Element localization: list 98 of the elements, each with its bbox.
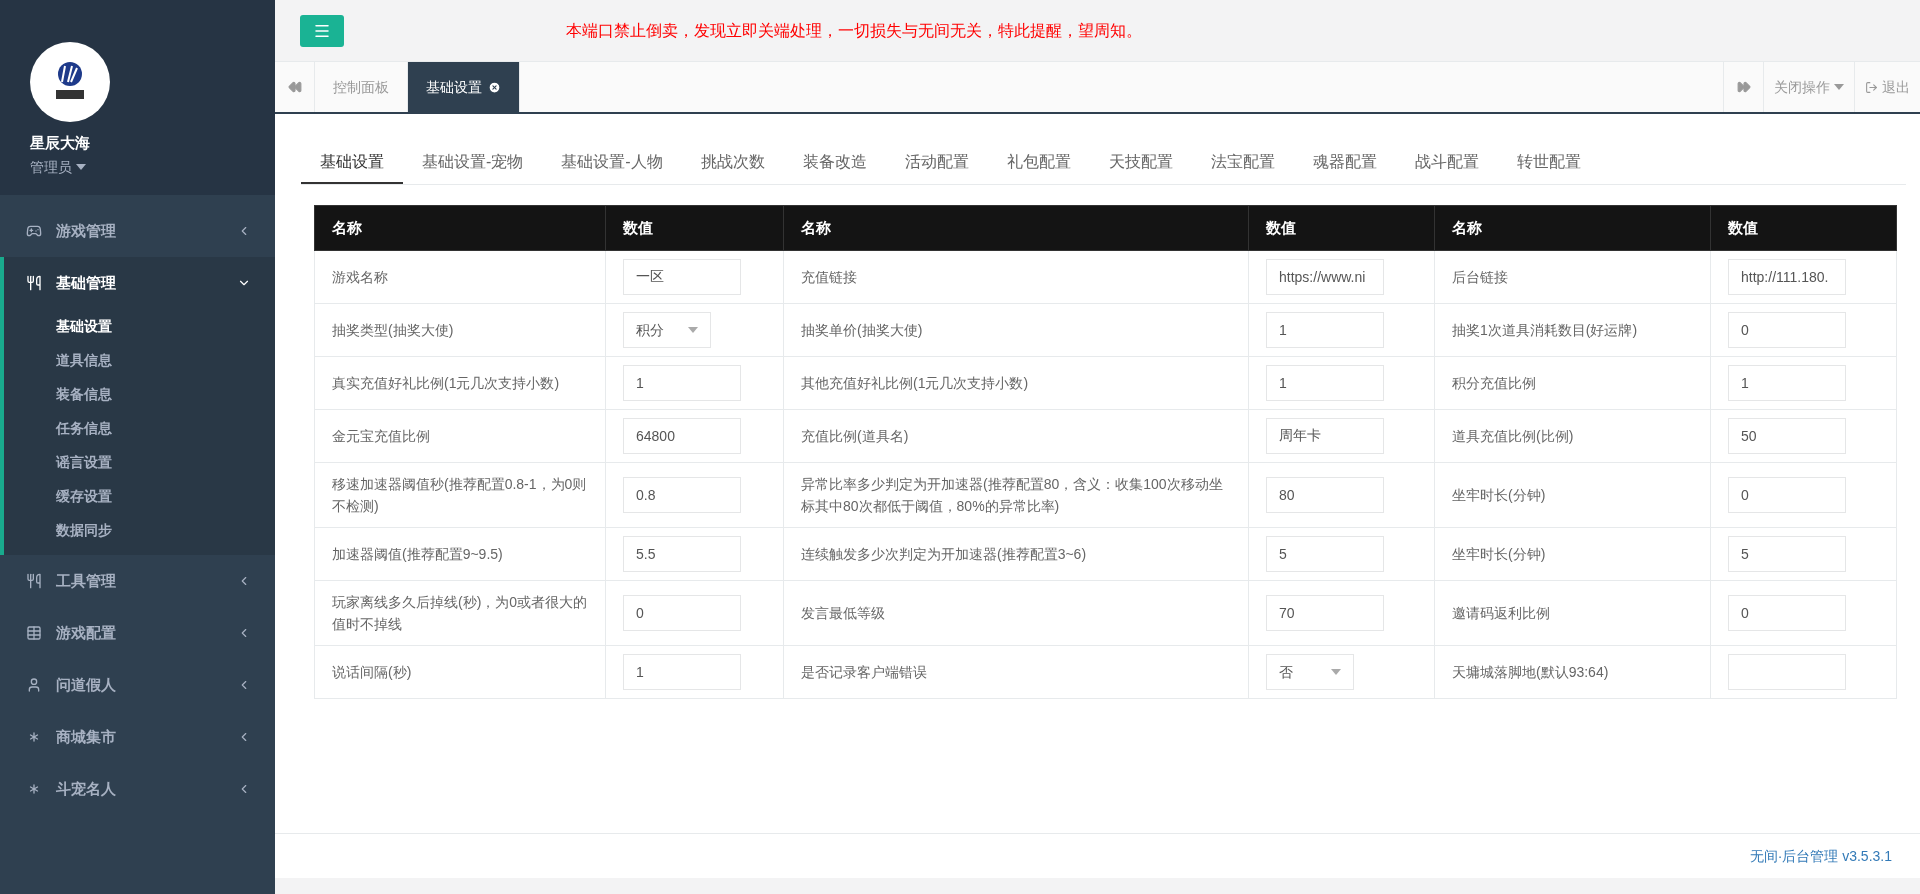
sidebar-menu-item[interactable]: 工具管理 (4, 555, 275, 607)
table-cell: 坐牢时长(分钟) (1434, 462, 1711, 528)
table-cell: 加速器阈值(推荐配置9~9.5) (314, 527, 606, 581)
table-cell: 充值链接 (783, 250, 1249, 304)
select-field[interactable]: 积分 (623, 312, 711, 348)
table-cell: 金元宝充值比例 (314, 409, 606, 463)
column-header: 名称 (1434, 205, 1711, 251)
settings-tab[interactable]: 活动配置 (885, 142, 988, 184)
settings-tab[interactable]: 挑战次数 (681, 142, 784, 184)
table-cell: 抽奖1次道具消耗数目(好运牌) (1434, 303, 1711, 357)
settings-tab[interactable]: 转世配置 (1497, 142, 1600, 184)
table-cell: 天墉城落脚地(默认93:64) (1434, 645, 1711, 699)
caret-icon (1331, 669, 1341, 675)
column-header: 名称 (314, 205, 606, 251)
utensils-icon (26, 573, 42, 589)
sidebar-menu-item[interactable]: 商城集市 (4, 711, 275, 763)
sidebar-menu-item[interactable]: 问道假人 (4, 659, 275, 711)
sidebar-menu-item[interactable]: 基础管理 (4, 257, 275, 309)
user-icon (26, 677, 42, 693)
table-cell: 是否记录客户端错误 (783, 645, 1249, 699)
input-field[interactable]: 1 (623, 365, 741, 401)
input-field[interactable]: 0 (1728, 595, 1846, 631)
table-cell: 邀请码返利比例 (1434, 580, 1711, 646)
role-dropdown[interactable]: 管理员 (30, 156, 86, 178)
sidebar-menu-item[interactable]: 斗宠名人 (4, 763, 275, 815)
sidebar-subitem[interactable]: 谣言设置 (4, 445, 275, 479)
settings-tab[interactable]: 法宝配置 (1191, 142, 1294, 184)
input-field[interactable]: 0 (623, 595, 741, 631)
settings-tab[interactable]: 礼包配置 (987, 142, 1090, 184)
table-cell: 坐牢时长(分钟) (1434, 527, 1711, 581)
settings-tab[interactable]: 基础设置-人物 (542, 142, 682, 184)
table-cell: 积分充值比例 (1434, 356, 1711, 410)
utensils-icon (26, 275, 42, 291)
table-cell: 其他充值好礼比例(1元几次支持小数) (783, 356, 1249, 410)
settings-tab[interactable]: 天技配置 (1089, 142, 1192, 184)
settings-tab[interactable]: 魂器配置 (1293, 142, 1396, 184)
sidebar-menu-item[interactable]: 游戏配置 (4, 607, 275, 659)
page-tab[interactable]: 基础设置 (408, 62, 520, 112)
notice-text: 本端口禁止倒卖，发现立即关端处理，一切损失与无间无关，特此提醒，望周知。 (566, 20, 1142, 41)
table-cell: 游戏名称 (314, 250, 606, 304)
table-cell: 道具充值比例(比例) (1434, 409, 1711, 463)
input-field[interactable]: 1 (1266, 312, 1384, 348)
settings-tab[interactable]: 装备改造 (783, 142, 886, 184)
input-field[interactable]: https://www.ni (1266, 259, 1384, 295)
input-field[interactable]: 5.5 (623, 536, 741, 572)
caret-icon (688, 327, 698, 333)
table-cell: 抽奖类型(抽奖大使) (314, 303, 606, 357)
sidebar-subitem[interactable]: 缓存设置 (4, 479, 275, 513)
table-cell: 说话间隔(秒) (314, 645, 606, 699)
table-cell: 充值比例(道具名) (783, 409, 1249, 463)
sidebar-subitem[interactable]: 基础设置 (4, 309, 275, 343)
table-cell: 发言最低等级 (783, 580, 1249, 646)
input-field[interactable]: 5 (1266, 536, 1384, 572)
gamepad-icon (26, 223, 42, 239)
sidebar-subitem[interactable]: 任务信息 (4, 411, 275, 445)
table-cell: 连续触发多少次判定为开加速器(推荐配置3~6) (783, 527, 1249, 581)
version-text: 无间·后台管理 v3.5.3.1 (1749, 846, 1892, 866)
column-header: 数值 (1710, 205, 1897, 251)
input-field[interactable]: 周年卡 (1266, 418, 1384, 454)
table-cell: 真实充值好礼比例(1元几次支持小数) (314, 356, 606, 410)
settings-tab[interactable]: 战斗配置 (1395, 142, 1498, 184)
input-field[interactable]: 1 (1266, 365, 1384, 401)
sidebar-subitem[interactable]: 道具信息 (4, 343, 275, 377)
input-field[interactable]: 70 (1266, 595, 1384, 631)
table-cell: 异常比率多少判定为开加速器(推荐配置80，含义：收集100次移动坐标其中80次都低于阈值，80%的异常比率) (783, 462, 1249, 528)
column-header: 数值 (605, 205, 784, 251)
sidebar-subitem[interactable]: 数据同步 (4, 513, 275, 547)
table-cell: 抽奖单价(抽奖大使) (783, 303, 1249, 357)
table-cell: 后台链接 (1434, 250, 1711, 304)
input-field[interactable]: 1 (623, 654, 741, 690)
menu-button[interactable] (300, 14, 344, 47)
table-cell: 玩家离线多久后掉线(秒)，为0或者很大的值时不掉线 (314, 580, 606, 646)
input-field[interactable] (1728, 654, 1846, 690)
input-field[interactable]: 0 (1728, 312, 1846, 348)
rewind-icon (287, 80, 302, 94)
settings-tab[interactable]: 基础设置 (301, 142, 403, 184)
logout-icon (1865, 80, 1878, 94)
grid-icon (26, 625, 42, 641)
fast-forward-icon (1736, 80, 1751, 94)
caret-icon (1834, 84, 1844, 90)
input-field[interactable]: http://111.180. (1728, 259, 1846, 295)
settings-tab[interactable]: 基础设置-宠物 (403, 142, 543, 184)
input-field[interactable]: 1 (1728, 365, 1846, 401)
input-field[interactable]: 50 (1728, 418, 1846, 454)
input-field[interactable]: 0.8 (623, 477, 741, 513)
input-field[interactable]: 5 (1728, 536, 1846, 572)
input-field[interactable]: 80 (1266, 477, 1384, 513)
input-field[interactable]: 64800 (623, 418, 741, 454)
input-field[interactable]: 一区 (623, 259, 741, 295)
caret-icon (76, 164, 86, 170)
sidebar-subitem[interactable]: 装备信息 (4, 377, 275, 411)
user-name: 星辰大海 (30, 133, 91, 153)
input-field[interactable]: 0 (1728, 477, 1846, 513)
select-field[interactable]: 否 (1266, 654, 1354, 690)
column-header: 数值 (1248, 205, 1435, 251)
column-header: 名称 (783, 205, 1249, 251)
sidebar-menu-item[interactable]: 游戏管理 (4, 205, 275, 257)
table-cell: 移速加速器阈值秒(推荐配置0.8-1，为0则不检测) (314, 462, 606, 528)
